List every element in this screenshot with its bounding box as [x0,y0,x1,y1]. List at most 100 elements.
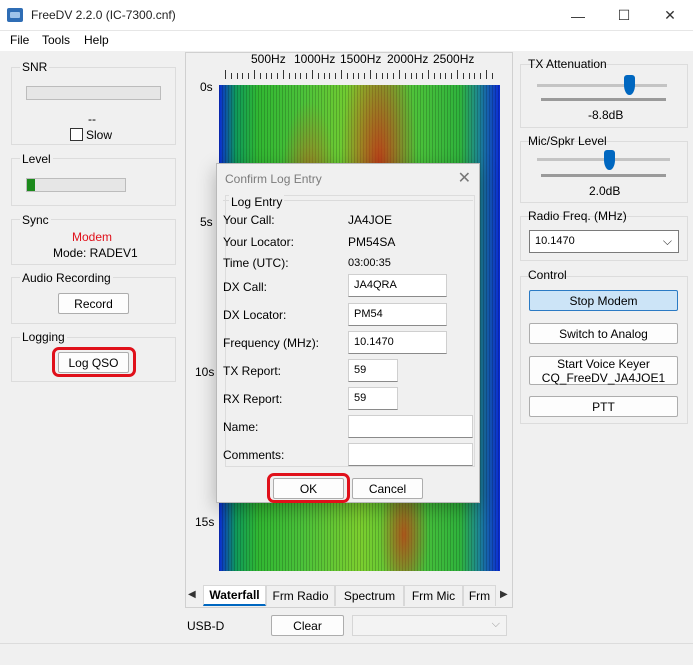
mic-spkr-value: 2.0dB [589,184,621,198]
dx-locator-label: DX Locator: [223,308,287,322]
audio-recording-title: Audio Recording [20,271,113,285]
freq-tick [468,73,470,79]
freq-tick [399,70,400,79]
name-field[interactable] [348,415,473,438]
bottom-dropdown[interactable]: ⌵ [352,615,507,636]
frequency-field[interactable]: 10.1470 [348,331,447,354]
frequency-label: Frequency (MHz): [223,336,320,350]
freq-tick [370,70,371,79]
tx-report-field[interactable]: 59 [348,359,398,382]
freq-label-1500: 1500Hz [340,52,382,66]
your-call-label: Your Call: [223,213,275,227]
level-title: Level [20,152,53,166]
control-title: Control [528,268,567,282]
freq-tick [451,73,453,79]
time-label: Time (UTC): [223,256,289,270]
tab-frm-mic[interactable]: Frm Mic [404,585,463,606]
freq-tick [462,73,464,79]
ptt-button[interactable]: PTT [529,396,678,417]
minimize-button[interactable]: — [555,0,601,31]
your-locator-label: Your Locator: [223,235,294,249]
freq-tick [375,73,377,79]
menu-tools[interactable]: Tools [42,33,70,47]
sync-title: Sync [20,213,51,227]
mode-usb-label: USB-D [187,619,225,633]
freq-tick [433,73,435,79]
maximize-button[interactable]: ☐ [601,0,647,31]
dx-call-field[interactable]: JA4QRA [348,274,447,297]
freq-tick [346,73,348,79]
freq-label-500: 500Hz [251,52,286,66]
ok-button[interactable]: OK [273,478,344,499]
rx-report-field[interactable]: 59 [348,387,398,410]
freq-tick [225,70,226,79]
stop-modem-button[interactable]: Stop Modem [529,290,678,311]
slow-checkbox[interactable] [70,128,83,141]
voice-keyer-button[interactable]: Start Voice Keyer CQ_FreeDV_JA4JOE1 [529,356,678,385]
comments-field[interactable] [348,443,473,466]
tab-frm-radio[interactable]: Frm Radio [266,585,335,606]
status-bar [0,643,693,665]
slow-label: Slow [86,128,113,142]
logging-title: Logging [20,330,67,344]
voice-keyer-line2: CQ_FreeDV_JA4JOE1 [541,370,666,385]
radio-freq-select[interactable]: 10.1470 ⌵ [529,230,679,253]
your-locator-value: PM54SA [348,235,396,249]
tx-attenuation-baseline [541,98,666,101]
dx-locator-field[interactable]: PM54 [348,303,447,326]
freq-tick [236,73,238,79]
chevron-down-icon: ⌵ [491,618,500,630]
log-qso-button[interactable]: Log QSO [58,352,129,373]
freq-tick [474,73,476,79]
tx-attenuation-track [537,84,667,87]
freq-tick [265,73,267,79]
tab-spectrum[interactable]: Spectrum [335,585,404,606]
clear-button[interactable]: Clear [271,615,344,636]
tab-next-arrow[interactable]: ▶ [500,589,508,600]
menu-help[interactable]: Help [84,33,109,47]
record-button[interactable]: Record [58,293,129,314]
freq-tick [387,73,389,79]
freq-tick [428,70,429,79]
mic-spkr-slider[interactable] [604,150,615,170]
mic-spkr-title: Mic/Spkr Level [528,134,607,148]
time-label-0s: 0s [200,80,213,94]
tab-prev-arrow[interactable]: ◀ [188,589,196,600]
name-label: Name: [223,420,259,434]
freq-tick [393,73,395,79]
freq-tick [317,73,319,79]
freq-tick [410,73,412,79]
menu-file[interactable]: File [10,33,29,47]
freq-tick [457,70,458,79]
cancel-button[interactable]: Cancel [352,478,423,499]
close-icon[interactable]: ✕ [458,168,471,188]
freq-tick [335,73,337,79]
freq-tick [254,70,255,79]
freq-tick [358,73,360,79]
snr-value: -- [88,112,96,126]
freq-tick [329,73,331,79]
log-entry-group-title: Log Entry [229,195,285,209]
tx-attenuation-slider[interactable] [624,75,635,95]
sync-status: Modem [72,230,113,244]
freq-tick [486,70,487,79]
freq-tick [364,73,366,79]
tab-frm[interactable]: Frm [463,585,496,606]
radio-freq-value: 10.1470 [535,235,575,247]
freq-label-2000: 2000Hz [387,52,429,66]
snr-bar [26,86,161,100]
freq-tick [294,73,296,79]
freq-tick [248,73,250,79]
tab-waterfall[interactable]: Waterfall [203,585,266,606]
rx-report-label: RX Report: [223,392,283,406]
freq-tick [491,73,493,79]
freq-tick [422,73,424,79]
close-button[interactable]: ✕ [647,0,693,31]
chevron-down-icon: ⌵ [662,234,672,248]
freq-tick [341,70,342,79]
switch-to-analog-button[interactable]: Switch to Analog [529,323,678,344]
time-value: 03:00:35 [348,257,391,269]
freq-tick [404,73,406,79]
time-label-5s: 5s [200,215,213,229]
level-meter-fill [27,179,35,191]
